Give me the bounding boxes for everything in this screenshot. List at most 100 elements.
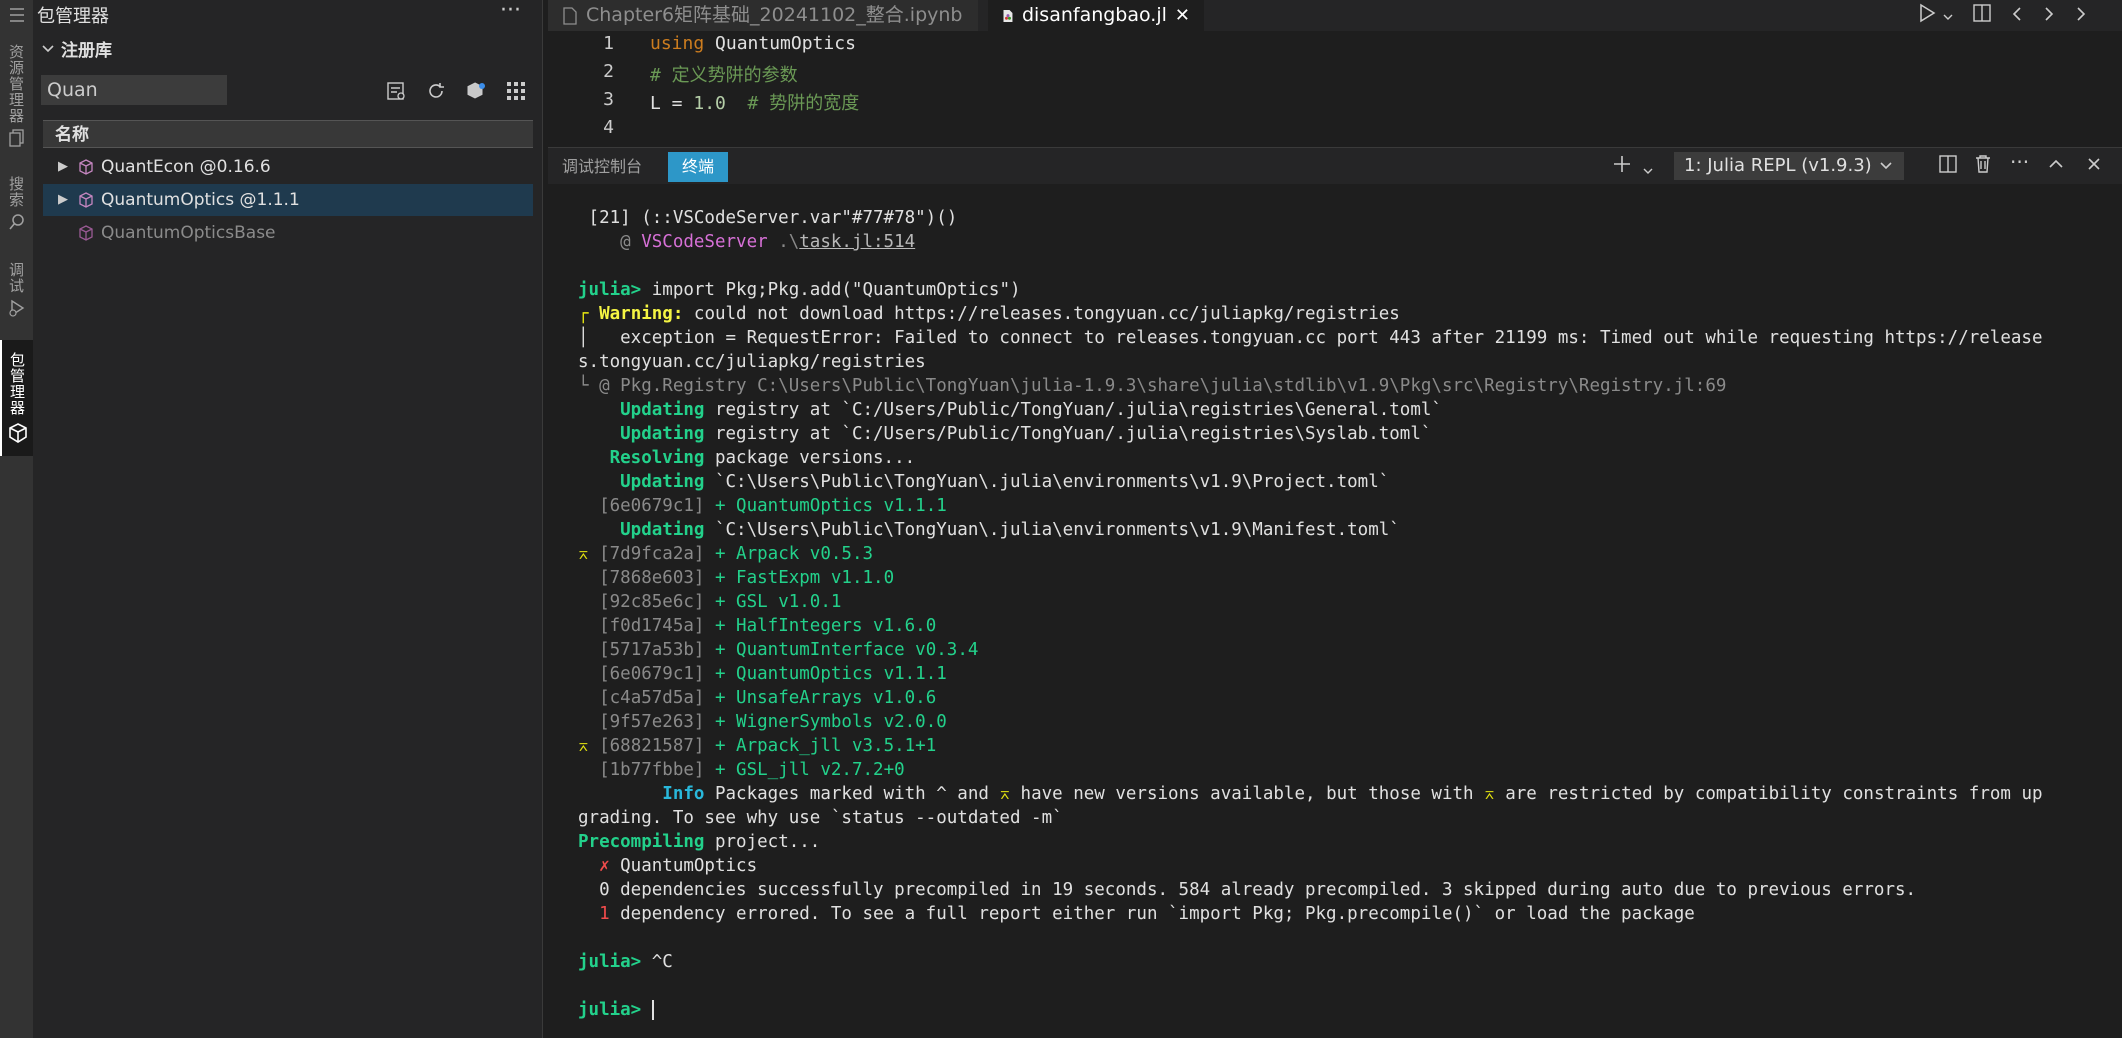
terminal-line: Updating `C:\Users\Public\TongYuan\.juli… — [578, 520, 1400, 540]
sidebar-title: 包管理器 — [37, 6, 109, 27]
package-name: QuantumOpticsBase — [101, 223, 276, 243]
code-line-2: # 定义势阱的参数 — [650, 65, 798, 86]
terminal-line: s.tongyuan.cc/juliapkg/registries — [578, 352, 926, 372]
package-search-input[interactable] — [41, 75, 227, 105]
code-line-3: L = 1.0 # 势阱的宽度 — [650, 93, 860, 114]
editor-actions — [1918, 0, 2088, 31]
close-panel-icon[interactable] — [2086, 154, 2102, 179]
menu-icon[interactable] — [0, 0, 33, 30]
package-row-quantumoptics[interactable]: ▶ QuantumOptics @1.1.1 — [43, 184, 533, 216]
code-line-1: using QuantumOptics — [650, 33, 856, 54]
refresh-icon — [429, 83, 444, 98]
package-plus-icon — [467, 82, 485, 99]
split-editor-icon[interactable] — [1972, 3, 1992, 28]
new-terminal-icon[interactable] — [1612, 154, 1632, 179]
terminal-dep-line: [f0d1745a] + HalfIntegers v1.6.0 — [588, 616, 937, 636]
expand-arrow-icon[interactable]: ▶ — [51, 151, 75, 183]
refresh-button[interactable] — [423, 78, 449, 104]
terminal-select[interactable]: 1: Julia REPL (v1.9.3) — [1674, 152, 1904, 180]
terminal-line: 1 dependency errored. To see a full repo… — [578, 904, 1695, 924]
activity-search[interactable]: 搜索 — [0, 176, 33, 250]
package-icon — [8, 423, 27, 443]
terminal-dep-line: [92c85e6c] + GSL v1.0.1 — [588, 592, 842, 612]
terminal-line: julia> ^C — [578, 952, 673, 972]
close-icon[interactable]: ✕ — [1175, 1, 1190, 30]
package-manager-sidebar: 包管理器 ··· 注册库 名称 ▶ QuantEcon @0.16.6 ▶ Qu… — [33, 0, 542, 1038]
terminal-dep-line: [5717a53b] + QuantumInterface v0.3.4 — [588, 640, 979, 660]
activity-package-manager[interactable]: 包管理器 — [0, 340, 33, 456]
chevron-down-icon — [42, 44, 54, 52]
code-editor[interactable]: 1 2 3 4 using QuantumOptics # 定义势阱的参数 L … — [548, 31, 2122, 146]
activity-debug-label: 调试 — [7, 262, 25, 294]
package-row-quantumopticsbase[interactable]: QuantumOpticsBase — [43, 217, 533, 249]
tab-debug-console[interactable]: 调试控制台 — [548, 152, 656, 182]
run-icon[interactable] — [1918, 3, 1936, 28]
terminal-line: ✗ QuantumOptics — [578, 856, 758, 876]
go-back-icon[interactable] — [2010, 4, 2024, 28]
text-cursor — [651, 1000, 654, 1020]
terminal-dep-line: ⌅ [7d9fca2a] + Arpack v0.5.3 — [578, 544, 874, 564]
panel-header: 调试控制台 终端 1: Julia REPL (v1.9.3) ··· — [548, 147, 2122, 184]
package-name: QuantumOptics @1.1.1 — [101, 190, 300, 210]
terminal-line: [6e0679c1] + QuantumOptics v1.1.1 — [578, 496, 947, 516]
activity-bar: 资源管理器 搜索 调试 包管理器 — [0, 0, 33, 1038]
terminal-line: ┌ Warning: could not download https://re… — [578, 304, 1400, 324]
install-package-button[interactable] — [463, 78, 489, 104]
package-cube-icon — [75, 192, 97, 208]
package-table-header[interactable]: 名称 — [43, 120, 533, 148]
split-terminal-icon[interactable] — [1938, 154, 1958, 179]
terminal-line: [21] (::VSCodeServer.var"#77#78")() — [578, 208, 958, 228]
terminal-prompt-line[interactable]: julia> — [578, 998, 654, 1022]
package-row-quantecon[interactable]: ▶ QuantEcon @0.16.6 — [43, 151, 533, 183]
terminal-line: 0 dependencies successfully precompiled … — [578, 880, 1917, 900]
activity-package-manager-label: 包管理器 — [8, 352, 26, 416]
line-number: 3 — [603, 89, 614, 110]
terminal-dep-line: [1b77fbbe] + GSL_jll v2.7.2+0 — [588, 760, 905, 780]
tab-disanfangbao[interactable]: disanfangbao.jl ✕ — [988, 0, 1204, 31]
overflow-icon[interactable] — [2074, 4, 2088, 28]
terminal-line: Info Packages marked with ^ and ⌅ have n… — [578, 784, 2043, 804]
activity-explorer[interactable]: 资源管理器 — [0, 44, 33, 164]
chevron-down-icon[interactable] — [1942, 4, 1954, 28]
terminal-line: grading. To see why use `status --outdat… — [578, 808, 1063, 828]
terminal-dep-line: [7868e603] + FastExpm v1.1.0 — [588, 568, 895, 588]
more-actions-icon[interactable]: ··· — [2010, 150, 2029, 174]
tab-chapter6-notebook[interactable]: Chapter6矩阵基础_20241102_整合.ipynb — [548, 0, 978, 31]
maximize-panel-icon[interactable] — [2048, 154, 2064, 179]
tab-label: Chapter6矩阵基础_20241102_整合.ipynb — [586, 4, 963, 26]
expand-arrow-icon[interactable]: ▶ — [51, 184, 75, 216]
registry-list-button[interactable] — [383, 78, 409, 104]
activity-explorer-label: 资源管理器 — [7, 44, 25, 124]
files-icon — [8, 129, 24, 147]
registry-section-label: 注册库 — [61, 41, 112, 61]
line-number: 2 — [603, 61, 614, 82]
terminal-line: Updating `C:\Users\Public\TongYuan\.juli… — [578, 472, 1390, 492]
package-name: QuantEcon @0.16.6 — [101, 157, 271, 177]
grid-view-button[interactable] — [503, 78, 529, 104]
go-forward-icon[interactable] — [2042, 4, 2056, 28]
terminal-line: julia> import Pkg;Pkg.add("QuantumOptics… — [578, 280, 1021, 300]
terminal-line: │ exception = RequestError: Failed to co… — [578, 328, 2043, 348]
line-number: 4 — [603, 117, 614, 138]
trash-icon[interactable] — [1974, 154, 1992, 179]
registry-section-header[interactable]: 注册库 — [41, 36, 112, 61]
debug-icon — [8, 299, 24, 317]
terminal-line: Updating registry at `C:/Users/Public/To… — [578, 400, 1442, 420]
terminal-line: @ VSCodeServer .\task.jl:514 — [578, 232, 916, 252]
more-actions-button[interactable]: ··· — [500, 0, 521, 23]
list-settings-icon — [387, 82, 405, 100]
julia-file-icon — [1003, 9, 1013, 22]
chevron-down-icon[interactable] — [1642, 158, 1654, 182]
activity-debug[interactable]: 调试 — [0, 262, 33, 336]
file-icon — [563, 6, 577, 25]
terminal-output[interactable]: [21] (::VSCodeServer.var"#77#78")() @ VS… — [548, 184, 2122, 1038]
chevron-down-icon — [1880, 162, 1892, 170]
terminal-dep-line: [6e0679c1] + QuantumOptics v1.1.1 — [588, 664, 947, 684]
terminal-dep-line: [9f57e263] + WignerSymbols v2.0.0 — [588, 712, 947, 732]
terminal-line: Precompiling project... — [578, 832, 821, 852]
activity-search-label: 搜索 — [7, 176, 25, 208]
tab-terminal[interactable]: 终端 — [668, 152, 729, 182]
terminal-line: Updating registry at `C:/Users/Public/To… — [578, 424, 1432, 444]
terminal-select-value: 1: Julia REPL (v1.9.3) — [1684, 155, 1872, 176]
package-cube-icon — [75, 225, 97, 241]
